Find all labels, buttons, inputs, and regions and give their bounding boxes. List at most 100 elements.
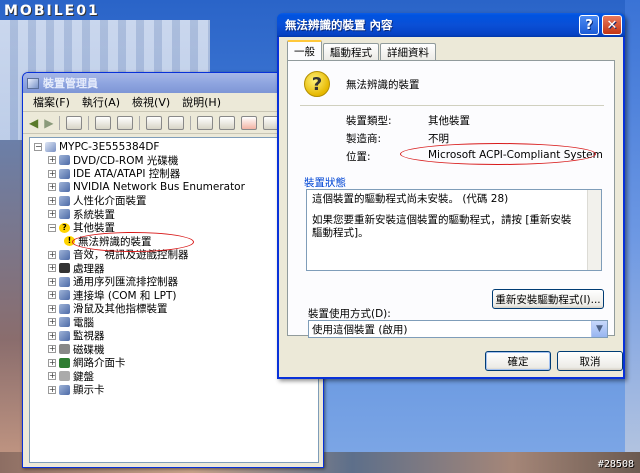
tree-item-audio[interactable]: + 音效，視訊及遊戲控制器 bbox=[34, 248, 314, 262]
network-bus-icon bbox=[59, 182, 70, 193]
tree-item-hid[interactable]: + 人性化介面裝置 bbox=[34, 194, 314, 208]
dialog-titlebar[interactable]: 無法辨識的裝置 內容 ? ✕ bbox=[277, 13, 625, 37]
help-icon[interactable] bbox=[146, 115, 163, 130]
expand-icon[interactable]: + bbox=[48, 345, 56, 354]
help-button[interactable]: ? bbox=[579, 15, 599, 35]
expand-icon[interactable]: + bbox=[48, 210, 56, 219]
tree-item-other-devices[interactable]: − ? 其他裝置 bbox=[34, 221, 314, 235]
expand-icon[interactable]: + bbox=[48, 183, 56, 192]
status-text-1: 這個裝置的驅動程式尚未安裝。 (代碼 28) bbox=[312, 193, 509, 205]
menu-help[interactable]: 說明(H) bbox=[182, 94, 221, 110]
tree-item-nvidia-bus[interactable]: + NVIDIA Network Bus Enumerator bbox=[34, 181, 314, 195]
status-text-2: 如果您要重新安裝這個裝置的驅動程式，請按 [重新安裝驅動程式]。 bbox=[312, 214, 572, 239]
tab-driver[interactable]: 驅動程式 bbox=[323, 43, 379, 60]
tab-general[interactable]: 一般 bbox=[287, 40, 322, 60]
tree-item-computer[interactable]: + 電腦 bbox=[34, 316, 314, 330]
expand-icon[interactable]: + bbox=[48, 277, 56, 286]
expand-icon[interactable]: + bbox=[48, 169, 56, 178]
expand-icon[interactable]: + bbox=[48, 318, 56, 327]
update-driver-icon[interactable] bbox=[219, 115, 236, 130]
device-usage-value: 使用這個裝置 (啟用) bbox=[312, 323, 408, 336]
tab-details[interactable]: 詳細資料 bbox=[380, 43, 436, 60]
toolbar-separator bbox=[88, 115, 90, 130]
general-tab-panel: ? 無法辨識的裝置 裝置類型: 其他裝置 製造商: 不明 位置: Microso… bbox=[287, 60, 615, 338]
tree-item-keyboard[interactable]: + 鍵盤 bbox=[34, 370, 314, 384]
computer-icon bbox=[45, 141, 56, 152]
properties-icon[interactable] bbox=[95, 115, 112, 130]
toolbar-separator bbox=[139, 115, 141, 130]
tree-root-label: MYPC-3E555384DF bbox=[59, 140, 160, 153]
chevron-down-icon[interactable]: ▼ bbox=[591, 321, 607, 337]
tree-item-system[interactable]: + 系統裝置 bbox=[34, 208, 314, 222]
disk-icon bbox=[59, 344, 70, 355]
toolbar-separator bbox=[59, 115, 61, 130]
uninstall-icon[interactable] bbox=[241, 115, 258, 130]
scan-hardware-icon[interactable] bbox=[197, 115, 214, 130]
tree-item-monitor[interactable]: + 監視器 bbox=[34, 329, 314, 343]
close-button[interactable]: ✕ bbox=[602, 15, 622, 35]
status-scrollbar[interactable] bbox=[587, 190, 601, 270]
expand-icon[interactable]: + bbox=[48, 196, 56, 205]
back-arrow-icon[interactable]: ◀ bbox=[29, 116, 38, 130]
tree-item-ide[interactable]: + IDE ATA/ATAPI 控制器 bbox=[34, 167, 314, 181]
tree-item-ports[interactable]: + 連接埠 (COM 和 LPT) bbox=[34, 289, 314, 303]
background-sign: MOBILE01 bbox=[4, 3, 100, 19]
device-tree: − MYPC-3E555384DF + DVD/CD-ROM 光碟機 + IDE… bbox=[29, 137, 319, 463]
expand-icon[interactable]: + bbox=[48, 291, 56, 300]
tree-item-disk[interactable]: + 磁碟機 bbox=[34, 343, 314, 357]
expand-icon[interactable]: + bbox=[48, 385, 56, 394]
tree-item-dvd[interactable]: + DVD/CD-ROM 光碟機 bbox=[34, 154, 314, 168]
background-strip-right bbox=[625, 0, 640, 473]
expand-icon[interactable]: + bbox=[48, 331, 56, 340]
location-highlight-circle bbox=[400, 143, 596, 165]
mouse-icon bbox=[59, 303, 70, 314]
menu-file[interactable]: 檔案(F) bbox=[33, 94, 70, 110]
tree-item-usb[interactable]: + 通用序列匯流排控制器 bbox=[34, 275, 314, 289]
menu-view[interactable]: 檢視(V) bbox=[132, 94, 170, 110]
location-label: 位置: bbox=[346, 151, 371, 163]
device-usage-label: 裝置使用方式(D): bbox=[308, 308, 391, 320]
device-status-box[interactable]: 這個裝置的驅動程式尚未安裝。 (代碼 28) 如果您要重新安裝這個裝置的驅動程式… bbox=[306, 189, 602, 271]
collapse-icon[interactable]: − bbox=[34, 142, 42, 151]
tree-item-display-adapter[interactable]: + 顯示卡 bbox=[34, 383, 314, 397]
expand-icon[interactable]: + bbox=[48, 264, 56, 273]
tree-item-mouse[interactable]: + 滑鼠及其他指標裝置 bbox=[34, 302, 314, 316]
device-name: 無法辨識的裝置 bbox=[346, 79, 420, 91]
forward-arrow-icon[interactable]: ▶ bbox=[44, 116, 53, 130]
cancel-button[interactable]: 取消 bbox=[557, 351, 623, 371]
tree-item-label: 顯示卡 bbox=[73, 384, 105, 397]
expand-icon[interactable]: + bbox=[48, 304, 56, 313]
dvd-icon bbox=[59, 155, 70, 166]
processor-icon bbox=[59, 263, 70, 274]
expand-icon[interactable]: + bbox=[48, 372, 56, 381]
device-status-title: 裝置狀態 bbox=[304, 177, 346, 189]
reinstall-driver-button[interactable]: 重新安裝驅動程式(I)... bbox=[492, 289, 604, 309]
expand-icon[interactable]: + bbox=[48, 358, 56, 367]
show-tree-icon[interactable] bbox=[66, 115, 83, 130]
tree-highlight-circle bbox=[72, 232, 194, 252]
view-icon[interactable] bbox=[168, 115, 185, 130]
tree-root[interactable]: − MYPC-3E555384DF bbox=[34, 140, 314, 154]
system-device-icon bbox=[59, 209, 70, 220]
ide-icon bbox=[59, 168, 70, 179]
menu-action[interactable]: 執行(A) bbox=[82, 94, 120, 110]
expand-icon[interactable]: + bbox=[48, 250, 56, 259]
dialog-title: 無法辨識的裝置 內容 bbox=[285, 18, 393, 32]
port-icon bbox=[59, 290, 70, 301]
monitor-icon bbox=[59, 330, 70, 341]
collapse-icon[interactable]: − bbox=[48, 223, 56, 232]
computer-icon bbox=[59, 317, 70, 328]
audio-icon bbox=[59, 249, 70, 260]
expand-icon[interactable]: + bbox=[48, 156, 56, 165]
manufacturer-label: 製造商: bbox=[346, 133, 382, 145]
dialog-tabs: 一般 驅動程式 詳細資料 bbox=[287, 40, 437, 60]
network-adapter-icon bbox=[59, 357, 70, 368]
display-adapter-icon bbox=[59, 384, 70, 395]
ok-button[interactable]: 確定 bbox=[485, 351, 551, 371]
print-icon[interactable] bbox=[117, 115, 134, 130]
device-usage-select[interactable]: 使用這個裝置 (啟用) ▼ bbox=[308, 320, 608, 338]
tree-item-network-adapter[interactable]: + 網路介面卡 bbox=[34, 356, 314, 370]
tree-item-processor[interactable]: + 處理器 bbox=[34, 262, 314, 276]
unknown-device-icon: ? bbox=[59, 222, 70, 233]
toolbar-separator bbox=[190, 115, 192, 130]
